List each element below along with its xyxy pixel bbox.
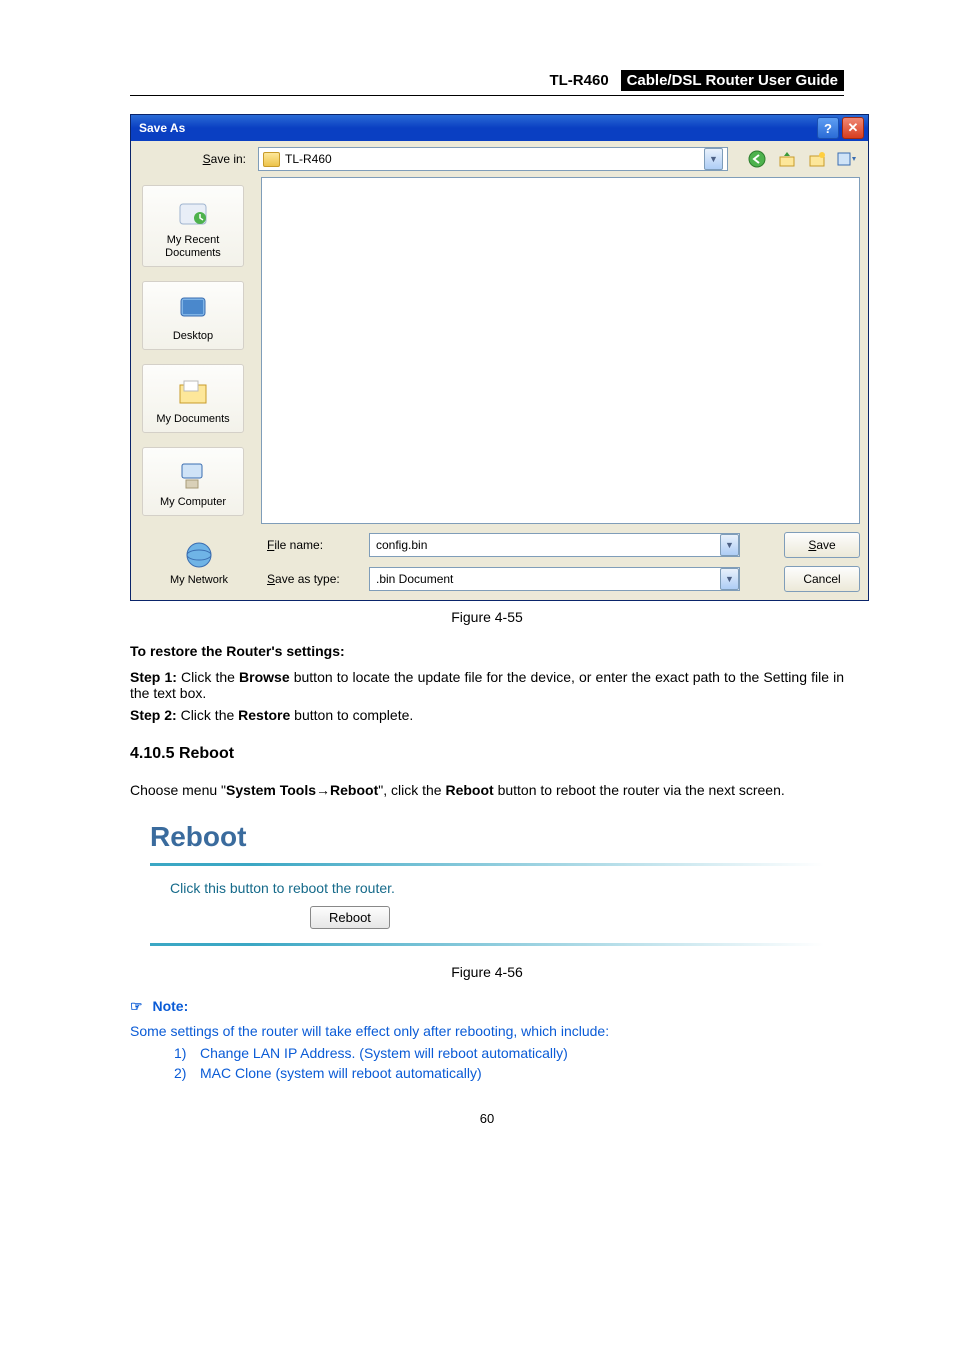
help-button[interactable]: ? [817, 117, 839, 139]
step1-label: Step 1: [130, 669, 177, 685]
mydocs-icon [176, 375, 210, 409]
guide-title: Cable/DSL Router User Guide [621, 70, 844, 91]
step1-browse: Browse [239, 669, 290, 685]
filename-value: config.bin [376, 538, 427, 552]
cm-reboot2: Reboot [445, 782, 493, 798]
reboot-panel-text: Click this button to reboot the router. [170, 880, 824, 896]
mynetwork-icon [182, 538, 216, 572]
place-recent-label: My Recent Documents [143, 234, 243, 260]
note-item-2-text: MAC Clone (system will reboot automatica… [200, 1065, 482, 1081]
mycomputer-icon [176, 458, 210, 492]
places-bar: My Recent Documents Desktop My Documents… [131, 177, 255, 524]
views-icon[interactable] [836, 148, 858, 170]
note-item-2-num: 2) [174, 1065, 200, 1081]
up-one-level-icon[interactable] [776, 148, 798, 170]
note-item-1-num: 1) [174, 1045, 200, 1061]
place-mydocs-label: My Documents [143, 413, 243, 426]
recent-icon [176, 196, 210, 230]
place-desktop[interactable]: Desktop [142, 281, 244, 350]
reboot-button[interactable]: Reboot [310, 906, 390, 929]
choose-menu-para: Choose menu "System Tools→Reboot", click… [130, 777, 844, 803]
cm-c: button to reboot the router via the next… [494, 782, 785, 798]
note-item-1-text: Change LAN IP Address. (System will rebo… [200, 1045, 568, 1061]
doc-header: TL-R460 Cable/DSL Router User Guide [130, 70, 844, 91]
step1-text-a: Click the [181, 669, 239, 685]
savetype-value: .bin Document [376, 572, 453, 586]
place-mycomputer-label: My Computer [143, 496, 243, 509]
reboot-rule-bottom [150, 943, 824, 946]
figure-55-caption: Figure 4-55 [130, 609, 844, 625]
desktop-icon [176, 292, 210, 326]
section-heading: 4.10.5 Reboot [130, 745, 844, 763]
note-intro: Some settings of the router will take ef… [130, 1023, 844, 1039]
filename-input[interactable]: config.bin ▼ [369, 533, 740, 557]
note-icon: ☞ [130, 998, 143, 1015]
place-mynetwork-label: My Network [149, 574, 249, 587]
place-desktop-label: Desktop [143, 330, 243, 343]
savein-label: Save in: [141, 152, 252, 166]
new-folder-icon[interactable] [806, 148, 828, 170]
section-number: 4.10.5 [130, 745, 174, 762]
filename-label: File name: [259, 538, 369, 552]
cm-systools: System Tools [226, 782, 316, 798]
place-mydocs[interactable]: My Documents [142, 364, 244, 433]
header-rule [130, 95, 844, 96]
saveas-titlebar: Save As ? ✕ [131, 115, 868, 141]
saveas-dialog: Save As ? ✕ Save in: TL-R460 ▼ My [130, 114, 869, 601]
cm-b: ", click the [378, 782, 445, 798]
cm-a: Choose menu " [130, 782, 226, 798]
cm-arrow: → [316, 782, 330, 798]
model-name: TL-R460 [549, 72, 608, 89]
folder-icon [263, 152, 280, 167]
reboot-rule-top [150, 863, 824, 866]
save-button[interactable]: Save [784, 532, 860, 558]
place-mycomputer[interactable]: My Computer [142, 447, 244, 516]
savein-value: TL-R460 [285, 152, 699, 166]
restore-step-2: Step 2: Click the Restore button to comp… [130, 707, 844, 723]
reboot-panel: Reboot Click this button to reboot the r… [130, 813, 844, 956]
note-label: Note: [152, 998, 188, 1014]
section-title: Reboot [179, 745, 234, 762]
filename-dropdown-icon[interactable]: ▼ [720, 534, 739, 556]
savetype-dropdown-icon[interactable]: ▼ [720, 568, 739, 590]
step2-restore: Restore [238, 707, 290, 723]
page-number: 60 [130, 1111, 844, 1126]
combo-dropdown-icon[interactable]: ▼ [704, 148, 723, 170]
step2-text-a: Click the [181, 707, 239, 723]
file-listing[interactable] [261, 177, 860, 524]
restore-heading: To restore the Router's settings: [130, 643, 844, 659]
close-button[interactable]: ✕ [842, 117, 864, 139]
restore-step-1: Step 1: Click the Browse button to locat… [130, 669, 844, 701]
reboot-panel-title: Reboot [150, 821, 824, 853]
cancel-button[interactable]: Cancel [784, 566, 860, 592]
saveas-title: Save As [139, 121, 814, 135]
step2-text-b: button to complete. [290, 707, 413, 723]
note-item-2: 2)MAC Clone (system will reboot automati… [174, 1065, 844, 1081]
step2-label: Step 2: [130, 707, 177, 723]
place-recent[interactable]: My Recent Documents [142, 185, 244, 267]
note-row: ☞ Note: [130, 998, 844, 1015]
place-mynetwork[interactable]: My Network [149, 538, 249, 587]
savetype-combo[interactable]: .bin Document ▼ [369, 567, 740, 591]
cm-reboot: Reboot [330, 782, 378, 798]
savein-combo[interactable]: TL-R460 ▼ [258, 147, 728, 171]
back-icon[interactable] [746, 148, 768, 170]
figure-56-caption: Figure 4-56 [130, 964, 844, 980]
savetype-label: Save as type: [259, 572, 369, 586]
note-item-1: 1)Change LAN IP Address. (System will re… [174, 1045, 844, 1061]
